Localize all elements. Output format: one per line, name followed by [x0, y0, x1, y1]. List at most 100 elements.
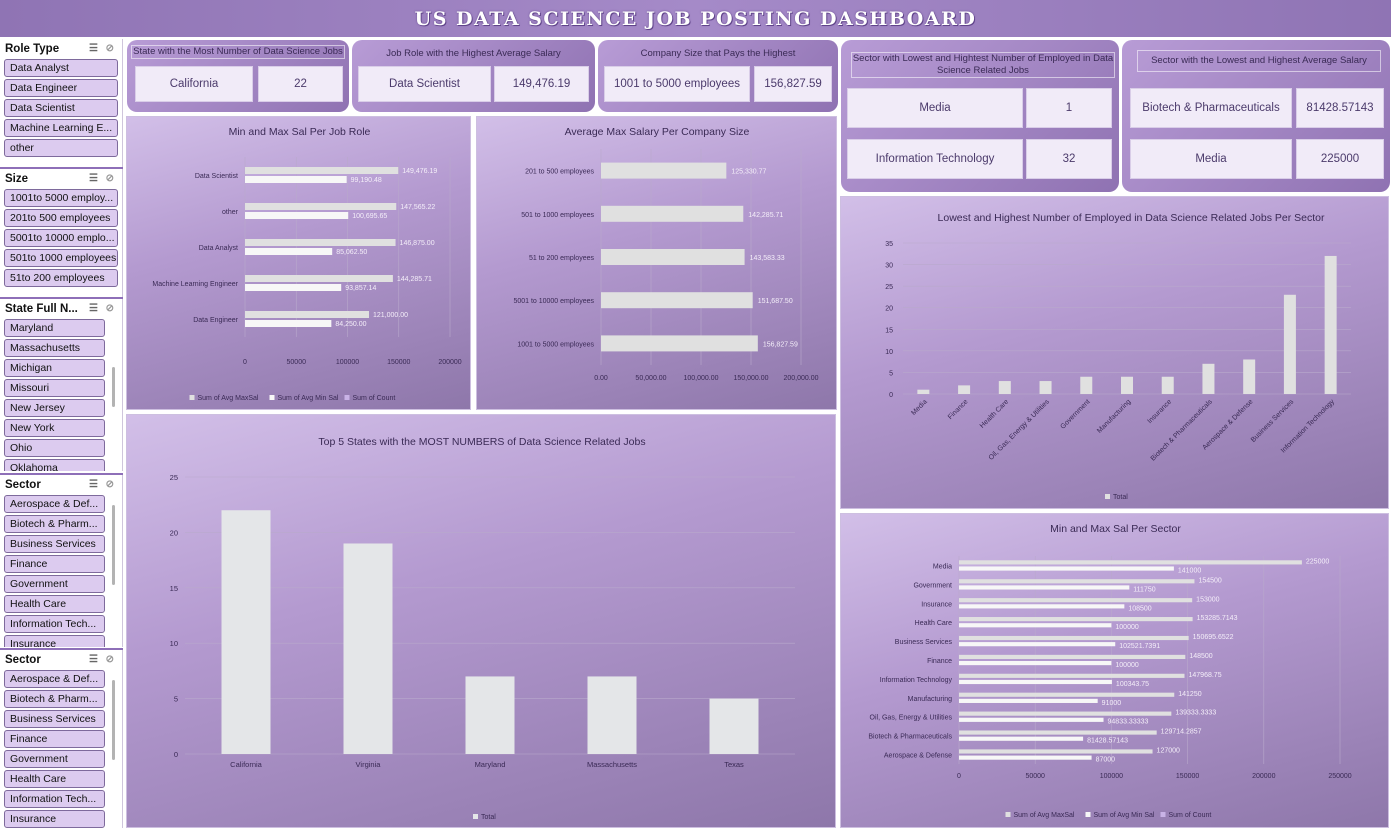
slicer-item[interactable]: Information Tech... [4, 615, 105, 633]
slicer-item[interactable]: Biotech & Pharm... [4, 515, 105, 533]
slicer-item[interactable]: New York [4, 419, 105, 437]
slicer-title: Sector [5, 654, 41, 666]
multi-select-icon[interactable]: ☰ [89, 303, 98, 314]
clear-filter-icon[interactable]: ⊘ [106, 303, 114, 314]
bar-min-salary [959, 585, 1130, 590]
clear-filter-icon[interactable]: ⊘ [106, 43, 114, 54]
x-tick-label: 200,000.00 [783, 375, 818, 382]
bar-min-salary [959, 679, 1112, 685]
kpi-low-value: 1 [1026, 88, 1112, 128]
x-category-label: Finance [947, 398, 970, 421]
bar-total [587, 676, 637, 754]
data-label-max: 141250 [1178, 691, 1201, 698]
slicer-item[interactable]: Health Care [4, 595, 105, 613]
x-category-label: Business Services [1250, 398, 1296, 444]
slicer-item[interactable]: Data Scientist [4, 99, 118, 117]
multi-select-icon[interactable]: ☰ [89, 173, 98, 184]
chart-top-states-svg: Top 5 States with the MOST NUMBERS of Da… [170, 436, 795, 821]
slicer-item[interactable]: Maryland [4, 319, 105, 337]
slicer-item[interactable]: 51to 200 employees [4, 269, 118, 287]
slicer-item[interactable]: Missouri [4, 379, 105, 397]
slicer-item[interactable]: Aerospace & Def... [4, 670, 105, 688]
slicer-scrollbar[interactable] [112, 680, 115, 760]
clear-filter-icon[interactable]: ⊘ [106, 654, 114, 665]
data-label-max: 144,285.71 [397, 276, 432, 283]
x-category-label: California [230, 760, 263, 769]
slicer-item[interactable]: Aerospace & Def... [4, 495, 105, 513]
data-label-min: 94833.33333 [1108, 719, 1149, 726]
x-tick-label: 100000 [1100, 773, 1123, 780]
slicer-item[interactable]: Finance [4, 730, 105, 748]
y-category-label: Machine Learning Engineer [152, 281, 238, 288]
slicer-item[interactable]: Biotech & Pharm... [4, 690, 105, 708]
bar-total [343, 543, 393, 754]
bar-min-salary [959, 604, 1125, 609]
chart-company-salary: Average Max Salary Per Company Size 0.00 5… [476, 116, 837, 410]
dashboard-title: US DATA SCIENCE JOB POSTING DASHBOARD [414, 7, 977, 30]
x-tick-label: 0 [243, 359, 247, 366]
slicer-item[interactable]: Oklahoma [4, 459, 105, 471]
data-label-min: 100000 [1115, 624, 1138, 631]
slicer-item[interactable]: Data Analyst [4, 59, 118, 77]
slicer-item[interactable]: Michigan [4, 359, 105, 377]
legend-swatch [473, 814, 478, 819]
chart-role-salary: Min and Max Sal Per Job Role 0 50000 100000… [126, 116, 471, 410]
bar-max-salary [245, 311, 370, 318]
slicer-item[interactable]: Insurance [4, 810, 105, 828]
bar-min-salary [959, 755, 1092, 760]
bar-max-salary [245, 275, 393, 282]
bar-min-salary [245, 248, 333, 255]
slicer-item[interactable]: 5001to 10000 emplo... [4, 229, 118, 247]
bar-min-salary [959, 736, 1084, 741]
clear-filter-icon[interactable]: ⊘ [106, 173, 114, 184]
y-category-label: Business Services [895, 639, 953, 646]
y-category-label: Manufacturing [908, 696, 952, 703]
kpi-title: Job Role with the Highest Average Salary [386, 48, 561, 59]
slicer-item[interactable]: Massachusetts [4, 339, 105, 357]
y-category-label: Data Analyst [199, 245, 238, 252]
slicer-item[interactable]: Finance [4, 555, 105, 573]
y-category-label: Information Technology [880, 677, 953, 684]
multi-select-icon[interactable]: ☰ [89, 43, 98, 54]
y-tick-label: 15 [170, 584, 178, 593]
x-tick-label: 50000 [287, 359, 307, 366]
slicer-item[interactable]: Insurance [4, 635, 105, 647]
data-label-min: 87000 [1096, 757, 1116, 764]
slicer-item[interactable]: other [4, 139, 118, 157]
slicer-item[interactable]: Business Services [4, 535, 105, 553]
slicer-item[interactable]: Information Tech... [4, 790, 105, 808]
slicer-item[interactable]: 501to 1000 employees [4, 249, 118, 267]
clear-filter-icon[interactable]: ⊘ [106, 479, 114, 490]
slicer-title: Role Type [5, 43, 60, 55]
slicer-item[interactable]: Business Services [4, 710, 105, 728]
slicer-item[interactable]: Machine Learning E... [4, 119, 118, 137]
slicer-item[interactable]: Government [4, 575, 105, 593]
multi-select-icon[interactable]: ☰ [89, 654, 98, 665]
x-tick-label: 100,000.00 [683, 375, 718, 382]
data-label-max: 129714.2857 [1161, 729, 1202, 736]
multi-select-icon[interactable]: ☰ [89, 479, 98, 490]
slicer-item[interactable]: Government [4, 750, 105, 768]
slicer-item[interactable]: Health Care [4, 770, 105, 788]
slicer-item[interactable]: 201to 500 employees [4, 209, 118, 227]
bar-max-salary [959, 560, 1302, 565]
slicer-scrollbar[interactable] [112, 505, 115, 585]
kpi-high-name: Information Technology [847, 139, 1023, 179]
slicer-item[interactable]: New Jersey [4, 399, 105, 417]
data-label-min: 141000 [1178, 567, 1201, 574]
slicer-scrollbar[interactable] [112, 367, 115, 407]
y-category-label: Media [933, 563, 952, 570]
slicer-sector-1: Sector ☰ ⊘ Aerospace & Def... Biotech & … [0, 475, 123, 647]
bar-total [1202, 363, 1215, 394]
bar-max-salary [959, 654, 1186, 659]
slicer-item[interactable]: Ohio [4, 439, 105, 457]
x-tick-label: 0 [957, 773, 961, 780]
slicer-item[interactable]: Data Engineer [4, 79, 118, 97]
kpi-low-name: Biotech & Pharmaceuticals [1130, 88, 1292, 128]
slicer-item[interactable]: 1001to 5000 employ... [4, 189, 118, 207]
x-tick-label: 50000 [1025, 773, 1045, 780]
data-label-max: 153285.7143 [1197, 615, 1238, 622]
bar-min-salary [959, 566, 1174, 571]
chart-title: Lowest and Highest Number of Employed in… [938, 212, 1325, 224]
bar-min-salary [245, 176, 347, 183]
